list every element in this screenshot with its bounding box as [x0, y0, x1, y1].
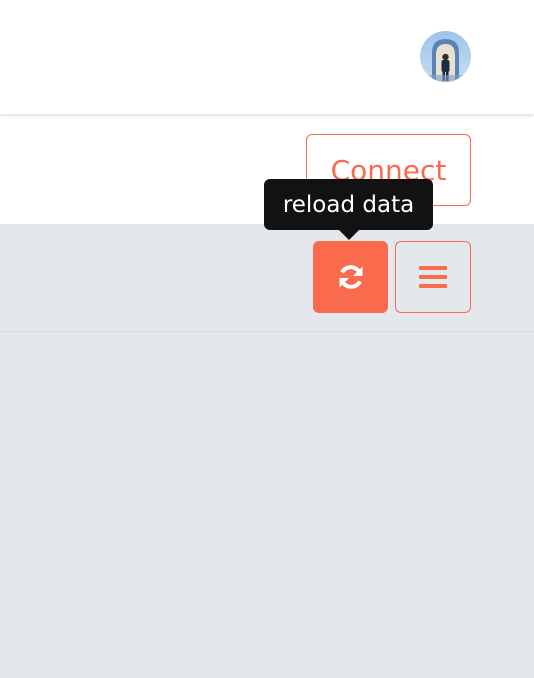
reload-tooltip: reload data	[264, 179, 433, 230]
refresh-icon	[339, 265, 362, 289]
user-avatar[interactable]	[420, 31, 471, 82]
reload-data-button[interactable]	[313, 241, 388, 313]
hamburger-menu-icon	[419, 266, 447, 288]
menu-button[interactable]	[395, 241, 471, 313]
top-header	[0, 0, 534, 114]
tooltip-arrow	[338, 229, 360, 240]
main-content-area	[0, 333, 534, 678]
avatar-image	[420, 31, 471, 82]
